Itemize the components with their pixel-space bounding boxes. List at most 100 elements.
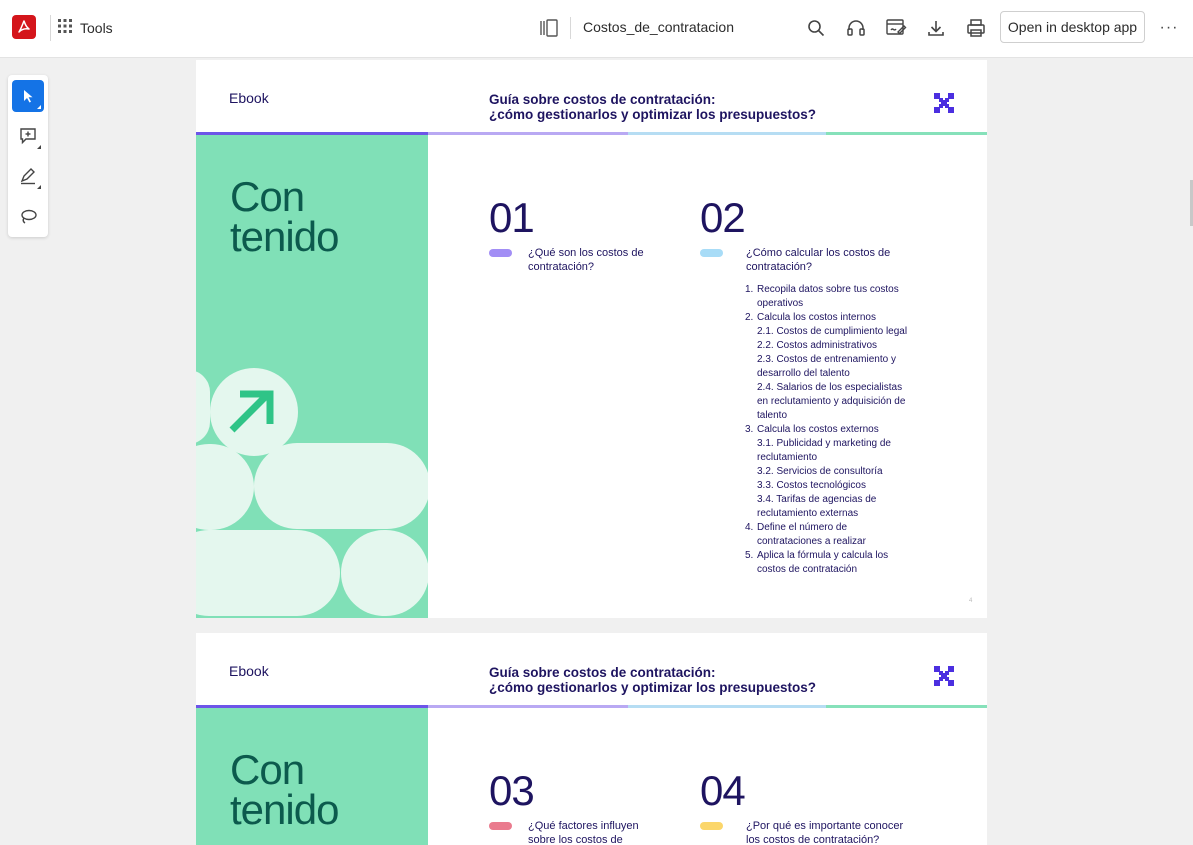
ebook-label: Ebook	[229, 663, 269, 679]
toc-text: 3.1. Publicidad y marketing de	[757, 438, 891, 449]
toc-row[interactable]: 5. Aplica la fórmula y calcula los	[745, 549, 925, 563]
section-number: 03	[489, 767, 535, 814]
toc-number: 5.	[745, 550, 754, 561]
apps-grid-icon	[58, 18, 72, 38]
toc-row[interactable]: contrataciones a realizar	[745, 535, 925, 549]
toc-row[interactable]: 2.2. Costos administrativos	[745, 339, 925, 353]
decorative-shape	[254, 443, 428, 529]
toc-row[interactable]: 3.4. Tarifas de agencias de	[745, 493, 925, 507]
highlight-draw-tool-button[interactable]	[12, 160, 44, 192]
toc-row[interactable]: 4. Define el número de	[745, 521, 925, 535]
contents-heading-line: Con	[230, 746, 305, 793]
add-comment-tool-button[interactable]	[12, 120, 44, 152]
toc-text: 3.3. Costos tecnológicos	[757, 480, 866, 491]
section-title-line: ¿Cómo calcular los costos de	[746, 247, 891, 259]
toc-row[interactable]: costos de contratación	[745, 563, 925, 577]
toc-row[interactable]: desarrollo del talento	[745, 367, 925, 381]
tools-button[interactable]: Tools	[58, 14, 113, 42]
decorative-shape	[341, 530, 428, 616]
tools-label: Tools	[80, 20, 113, 36]
document-title: Costos_de_contratacion	[583, 19, 734, 35]
section-number: 01	[489, 194, 535, 241]
toc-row[interactable]: reclutamiento externas	[745, 507, 925, 521]
contents-heading-line: Con	[230, 173, 305, 220]
contents-heading-line: tenido	[230, 213, 339, 260]
arrow-up-right-icon	[229, 390, 274, 433]
brand-logo-icon	[934, 93, 954, 113]
section-title-line: los costos de contratación?	[746, 834, 880, 845]
brand-logo-icon	[934, 666, 954, 686]
toc-text: desarrollo del talento	[757, 368, 850, 379]
arrow-circle	[210, 368, 298, 456]
toolbar-divider	[50, 15, 51, 41]
more-options-icon[interactable]: ···	[1158, 16, 1180, 40]
ebook-title-line: Guía sobre costos de contratación:	[489, 92, 716, 107]
contents-heading: Con tenido	[230, 746, 339, 833]
page-thumbnails-icon[interactable]	[537, 16, 561, 40]
toc-text: Aplica la fórmula y calcula los	[757, 550, 889, 561]
toolbar-divider	[570, 17, 571, 39]
sign-icon[interactable]	[884, 16, 908, 40]
headphones-icon[interactable]	[844, 16, 868, 40]
page-number: 4	[969, 598, 973, 604]
ebook-title: Guía sobre costos de contratación: ¿cómo…	[489, 92, 816, 122]
section-title-line: sobre los costos de	[528, 834, 623, 845]
top-toolbar: Tools Costos_de_contratacion Open in des…	[0, 0, 1193, 58]
contents-heading-line: tenido	[230, 786, 339, 833]
open-in-desktop-app-button[interactable]: Open in desktop app	[1000, 11, 1145, 43]
section-title[interactable]: ¿Qué factores influyen sobre los costos …	[528, 819, 639, 845]
toc-row[interactable]: 2. Calcula los costos internos	[745, 311, 925, 325]
toc-row[interactable]: 3.2. Servicios de consultoría	[745, 465, 925, 479]
toc-text: talento	[757, 410, 788, 421]
toc-number: 4.	[745, 522, 754, 533]
toc-row[interactable]: 3. Calcula los costos externos	[745, 423, 925, 437]
toc-text: 2.2. Costos administrativos	[757, 340, 878, 351]
decorative-shape	[196, 530, 340, 616]
toc-row[interactable]: 2.1. Costos de cumplimiento legal	[745, 325, 925, 339]
contents-panel: Con tenido	[196, 708, 428, 845]
section-title[interactable]: ¿Cómo calcular los costos de contratació…	[746, 246, 890, 274]
document-page: Ebook Guía sobre costos de contratación:…	[196, 60, 987, 618]
toc-row[interactable]: 3.1. Publicidad y marketing de	[745, 437, 925, 451]
search-icon[interactable]	[804, 16, 828, 40]
toc-number: 1.	[745, 284, 754, 295]
toc-row[interactable]: 2.4. Salarios de los especialistas	[745, 381, 925, 395]
toc-row[interactable]: operativos	[745, 297, 925, 311]
ebook-title-line: ¿cómo gestionarlos y optimizar los presu…	[489, 680, 817, 695]
lasso-icon	[21, 209, 37, 224]
toc-row[interactable]: 2.3. Costos de entrenamiento y	[745, 353, 925, 367]
section-title[interactable]: ¿Qué son los costos de contratación?	[528, 246, 644, 274]
toc-row[interactable]: en reclutamiento y adquisición de	[745, 395, 925, 409]
toc-row[interactable]: talento	[745, 409, 925, 423]
print-icon[interactable]	[964, 16, 988, 40]
section-title-line: contratación?	[528, 261, 595, 273]
toc-list: 1. Recopila datos sobre tus costos operat…	[745, 283, 925, 577]
contents-panel: Con tenido	[196, 135, 428, 618]
section-title-line: ¿Qué son los costos de	[528, 247, 644, 259]
section-marker	[489, 249, 512, 257]
toc-text: Define el número de	[757, 522, 848, 533]
section-number: 02	[700, 194, 746, 241]
toc-row[interactable]: 3.3. Costos tecnológicos	[745, 479, 925, 493]
toc-text: 3.4. Tarifas de agencias de	[757, 494, 877, 505]
download-icon[interactable]	[924, 16, 948, 40]
decorative-shape	[196, 444, 254, 530]
toc-text: reclutamiento externas	[757, 508, 859, 519]
select-tool-button[interactable]	[12, 80, 44, 112]
section-title[interactable]: ¿Por qué es importante conocer los costo…	[746, 819, 903, 845]
decorative-shape	[196, 370, 210, 444]
toc-text: costos de contratación	[757, 564, 858, 575]
toc-row[interactable]: reclutamiento	[745, 451, 925, 465]
toc-text: 2.4. Salarios de los especialistas	[757, 382, 903, 393]
toc-row[interactable]: 1. Recopila datos sobre tus costos	[745, 283, 925, 297]
toc-text: Calcula los costos internos	[757, 312, 876, 323]
ebook-title: Guía sobre costos de contratación: ¿cómo…	[489, 665, 816, 695]
ebook-label: Ebook	[229, 90, 269, 106]
lasso-tool-button[interactable]	[12, 200, 44, 232]
toc-text: 2.1. Costos de cumplimiento legal	[757, 326, 908, 337]
section-title-line: contratación?	[746, 261, 813, 273]
adobe-acrobat-icon[interactable]	[12, 15, 36, 39]
toc-text: operativos	[757, 298, 804, 309]
toc-number: 3.	[745, 424, 754, 435]
pen-icon	[20, 168, 35, 185]
